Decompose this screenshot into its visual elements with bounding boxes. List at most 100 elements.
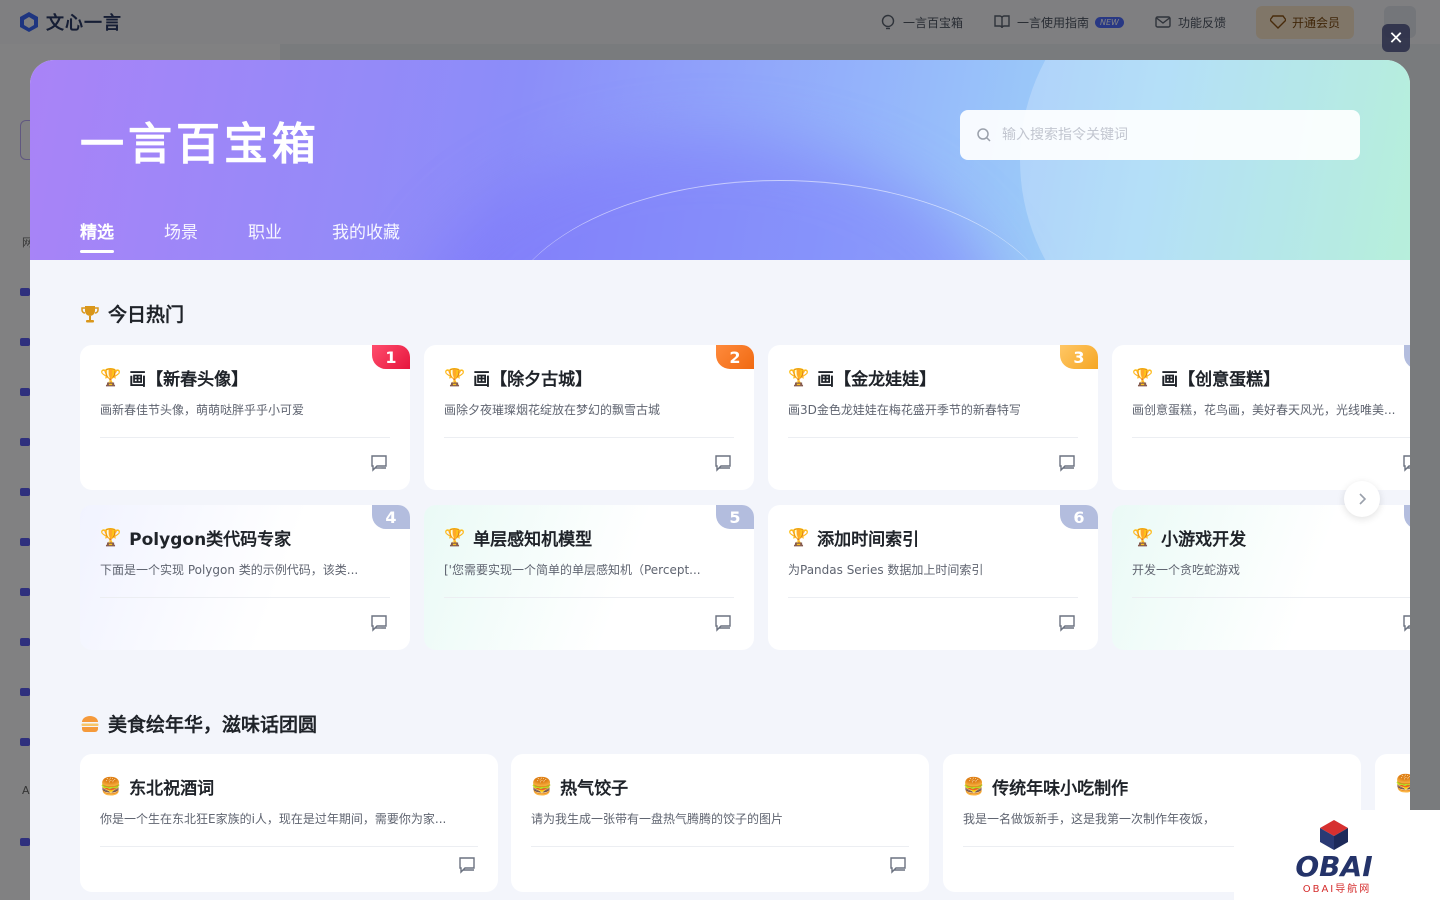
card-title-text: 东北祝酒词 <box>129 779 215 799</box>
modal-title: 一言百宝箱 <box>80 119 320 170</box>
watermark: OBAI OBAI导航网 <box>1234 810 1440 900</box>
card-desc: ['您需要实现一个简单的单层感知机（Percept... <box>444 563 701 577</box>
card-title: 🏆 Polygon类代码专家 <box>100 525 292 551</box>
chat-icon[interactable] <box>1058 454 1076 472</box>
card-desc: 你是一个生在东北狂E家族的i人，现在是过年期间，需要你为家... <box>100 812 447 826</box>
search-icon <box>977 128 991 142</box>
card-title-text: 小游戏开发 <box>1161 530 1247 550</box>
card-title: 🍔 <box>1395 774 1410 794</box>
close-icon: ✕ <box>1388 27 1404 49</box>
card-title: 🍔 传统年味小吃制作 <box>963 774 1128 800</box>
card-divider <box>100 846 478 847</box>
tab-bar: 精选 场景 职业 我的收藏 <box>80 218 400 253</box>
trophy-icon: 🏆 <box>1132 367 1154 388</box>
prompt-card[interactable]: 5 🏆 单层感知机模型 ['您需要实现一个简单的单层感知机（Percept... <box>424 505 754 650</box>
prompt-card[interactable]: 🍔 东北祝酒词 你是一个生在东北狂E家族的i人，现在是过年期间，需要你为家... <box>80 754 498 892</box>
burger-icon: 🍔 <box>963 776 985 797</box>
rank-badge: 2 <box>716 345 754 369</box>
trophy-icon: 🏆 <box>788 367 810 388</box>
close-button[interactable]: ✕ <box>1382 24 1410 52</box>
card-title: 🏆 画【新春头像】 <box>100 365 249 391</box>
card-title: 🏆 添加时间索引 <box>788 525 920 551</box>
search-box[interactable] <box>960 110 1360 160</box>
burger-icon: 🍔 <box>531 776 553 797</box>
tab-featured[interactable]: 精选 <box>80 218 114 253</box>
card-divider <box>531 846 909 847</box>
rank-badge <box>1404 345 1410 369</box>
tab-careers[interactable]: 职业 <box>248 218 282 251</box>
burger-icon: 🍔 <box>1395 774 1410 794</box>
card-title: 🏆 画【金龙娃娃】 <box>788 365 937 391</box>
card-desc: 下面是一个实现 Polygon 类的示例代码，该类... <box>100 563 359 577</box>
trophy-icon: 🏆 <box>100 367 122 388</box>
card-title-text: 画【金龙娃娃】 <box>817 370 937 390</box>
chat-icon[interactable] <box>1058 614 1076 632</box>
card-desc: 画新春佳节头像，萌萌哒胖乎乎小可爱 <box>100 403 305 417</box>
card-divider <box>100 437 390 438</box>
tab-scenes[interactable]: 场景 <box>164 218 198 251</box>
card-title-text: 添加时间索引 <box>817 530 920 550</box>
card-desc: 开发一个贪吃蛇游戏 <box>1132 563 1241 577</box>
card-title: 🍔 热气饺子 <box>531 774 629 800</box>
card-title-text: 画【除夕古城】 <box>473 370 593 390</box>
watermark-name: OBAI <box>1295 850 1372 880</box>
food-section-label: 美食绘年华，滋味话团圆 <box>108 714 318 736</box>
rank-badge: 1 <box>372 345 410 369</box>
card-title: 🍔 东北祝酒词 <box>100 774 215 800</box>
trophy-icon: 🏆 <box>444 367 466 388</box>
rank-badge <box>1404 505 1410 529</box>
prompt-card[interactable]: 4 🏆 Polygon类代码专家 下面是一个实现 Polygon 类的示例代码，该… <box>80 505 410 650</box>
trophy-icon: 🏆 <box>100 527 122 548</box>
search-input[interactable] <box>1002 127 1342 143</box>
card-title: 🏆 单层感知机模型 <box>444 525 593 551</box>
hot-section-title: 今日热门 <box>80 300 184 327</box>
watermark-sub: OBAI导航网 <box>1302 884 1372 895</box>
prompt-card[interactable]: 🏆 画【创意蛋糕】 画创意蛋糕，花鸟画，美好春天风光，光线唯美... <box>1112 345 1410 490</box>
watermark-logo: OBAI <box>1295 820 1373 880</box>
chat-icon[interactable] <box>1402 614 1410 632</box>
prompt-card[interactable]: 🍔 热气饺子 请为我生成一张带有一盘热气腾腾的饺子的图片 <box>511 754 929 892</box>
card-divider <box>444 597 734 598</box>
chat-icon[interactable] <box>370 614 388 632</box>
burger-icon: 🍔 <box>100 776 122 797</box>
card-title: 🏆 画【除夕古城】 <box>444 365 593 391</box>
prompt-card[interactable]: 3 🏆 画【金龙娃娃】 画3D金色龙娃娃在梅花盛开季节的新春特写 <box>768 345 1098 490</box>
food-section-title: 美食绘年华，滋味话团圆 <box>80 710 317 737</box>
prompt-card[interactable]: 🏆 小游戏开发 开发一个贪吃蛇游戏 <box>1112 505 1410 650</box>
carousel-next-button[interactable] <box>1344 481 1380 517</box>
card-title: 🏆 小游戏开发 <box>1132 525 1247 551</box>
card-title-text: 单层感知机模型 <box>473 530 593 550</box>
chat-icon[interactable] <box>889 856 907 874</box>
card-divider <box>788 437 1078 438</box>
hero-decoration <box>1020 60 1410 260</box>
chat-icon[interactable] <box>370 454 388 472</box>
card-divider <box>1132 597 1410 598</box>
prompt-card[interactable]: 1 🏆 画【新春头像】 画新春佳节头像，萌萌哒胖乎乎小可爱 <box>80 345 410 490</box>
card-desc: 画3D金色龙娃娃在梅花盛开季节的新春特写 <box>788 403 1021 417</box>
toolbox-modal: 一言百宝箱 精选 场景 职业 我的收藏 今日热门 1 🏆 画【新春头像】 画新春佳… <box>30 60 1410 900</box>
card-title-text: 热气饺子 <box>560 779 629 799</box>
trophy-icon: 🏆 <box>788 527 810 548</box>
trophy-icon: 🏆 <box>1132 527 1154 548</box>
card-title-text: 画【新春头像】 <box>129 370 249 390</box>
card-title-text: Polygon类代码专家 <box>129 530 292 550</box>
card-title: 🏆 画【创意蛋糕】 <box>1132 365 1280 391</box>
chat-icon[interactable] <box>714 614 732 632</box>
modal-hero: 一言百宝箱 精选 场景 职业 我的收藏 <box>30 60 1410 260</box>
chat-icon[interactable] <box>714 454 732 472</box>
card-desc: 请为我生成一张带有一盘热气腾腾的饺子的图片 <box>531 812 784 826</box>
prompt-card[interactable]: 6 🏆 添加时间索引 为Pandas Series 数据加上时间索引 <box>768 505 1098 650</box>
chat-icon[interactable] <box>458 856 476 874</box>
tab-favorites[interactable]: 我的收藏 <box>332 218 400 251</box>
trophy-icon <box>81 305 99 322</box>
card-desc: 画创意蛋糕，花鸟画，美好春天风光，光线唯美... <box>1132 403 1396 417</box>
card-divider <box>444 437 734 438</box>
hot-section-label: 今日热门 <box>108 304 185 326</box>
prompt-card[interactable]: 2 🏆 画【除夕古城】 画除夕夜璀璨烟花绽放在梦幻的飘雪古城 <box>424 345 754 490</box>
chevron-right-icon <box>1359 493 1367 505</box>
rank-badge: 5 <box>716 505 754 529</box>
rank-badge: 3 <box>1060 345 1098 369</box>
trophy-icon: 🏆 <box>444 527 466 548</box>
chat-icon[interactable] <box>1402 454 1410 472</box>
card-divider <box>1132 437 1410 438</box>
